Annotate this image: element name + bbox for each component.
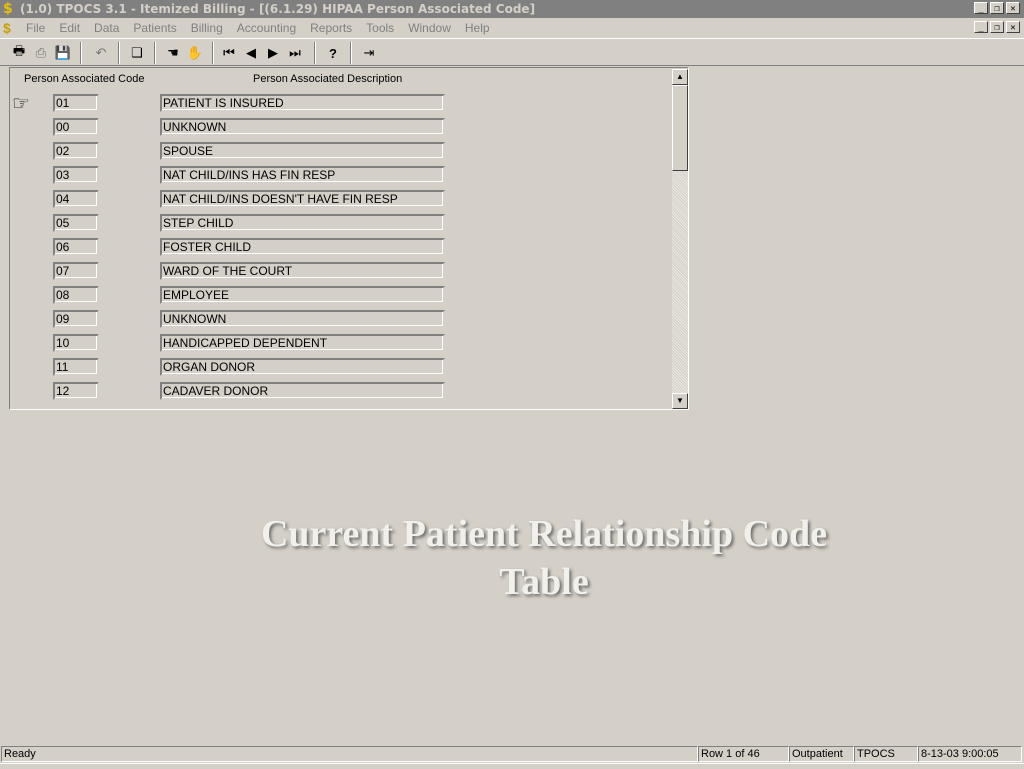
child-minimize-button[interactable]: _ (974, 21, 988, 33)
previous-record-icon[interactable]: ◀ (240, 43, 262, 63)
status-bar: Ready Row 1 of 46 Outpatient TPOCS 8-13-… (0, 745, 1024, 763)
menu-patients[interactable]: Patients (133, 21, 176, 35)
child-window-dollar-icon[interactable]: $ (3, 20, 17, 36)
restore-button[interactable]: ❐ (990, 2, 1004, 14)
description-cell[interactable]: FOSTER CHILD (160, 238, 445, 256)
exit-door-icon[interactable]: ⇥ (358, 43, 380, 63)
caption-line-1: Current Patient Relationship Code (260, 513, 828, 555)
menu-window[interactable]: Window (408, 21, 451, 35)
description-cell[interactable]: PATIENT IS INSURED (160, 94, 445, 112)
help-icon[interactable]: ? (322, 43, 344, 63)
menu-help[interactable]: Help (465, 21, 490, 35)
last-record-icon[interactable]: ⏭ (284, 43, 306, 63)
toolbar-separator (154, 42, 156, 64)
code-cell[interactable]: 00 (53, 118, 99, 136)
toolbar: 🖶 ⎙ 💾 ↶ ❏ ☚ ✋ ⏮ ◀ ▶ ⏭ ? ⇥ (0, 38, 1024, 66)
hand-stop-icon[interactable]: ✋ (184, 43, 206, 63)
code-cell[interactable]: 03 (53, 166, 99, 184)
toolbar-separator (212, 42, 214, 64)
menu-billing[interactable]: Billing (191, 21, 223, 35)
menu-reports[interactable]: Reports (310, 21, 352, 35)
description-cell[interactable]: STEP CHILD (160, 214, 445, 232)
description-cell[interactable]: ORGAN DONOR (160, 358, 445, 376)
menu-tools[interactable]: Tools (366, 21, 394, 35)
window-controls: _ ❐ ✕ (972, 2, 1020, 14)
person-associated-code-grid: Person Associated Code Person Associated… (9, 67, 689, 410)
toolbar-separator (350, 42, 352, 64)
vertical-scrollbar[interactable]: ▲ ▼ (672, 69, 688, 409)
child-window-controls: _ ❐ ✕ (972, 21, 1020, 33)
toolbar-separator (314, 42, 316, 64)
description-cell[interactable]: UNKNOWN (160, 310, 445, 328)
description-cell[interactable]: NAT CHILD/INS HAS FIN RESP (160, 166, 445, 184)
toolbar-separator (80, 42, 82, 64)
code-cell[interactable]: 07 (53, 262, 99, 280)
close-button[interactable]: ✕ (1006, 2, 1020, 14)
code-cell[interactable]: 01 (53, 94, 99, 112)
hand-select-icon[interactable]: ☚ (162, 43, 184, 63)
code-cell[interactable]: 10 (53, 334, 99, 352)
pointing-hand-icon: ☞ (12, 93, 30, 115)
description-cell[interactable]: HANDICAPPED DEPENDENT (160, 334, 445, 352)
undo-icon[interactable]: ↶ (90, 43, 112, 63)
status-row-count: Row 1 of 46 (698, 746, 789, 762)
code-cell[interactable]: 08 (53, 286, 99, 304)
column-header-description: Person Associated Description (253, 73, 403, 85)
minimize-button[interactable]: _ (974, 2, 988, 14)
code-cell[interactable]: 02 (53, 142, 99, 160)
status-mode: Outpatient (789, 746, 854, 762)
column-header-code: Person Associated Code (24, 73, 145, 85)
scrollbar-thumb[interactable] (672, 85, 688, 171)
code-cell[interactable]: 09 (53, 310, 99, 328)
description-cell[interactable]: SPOUSE (160, 142, 445, 160)
code-cell[interactable]: 04 (53, 190, 99, 208)
code-cell[interactable]: 11 (53, 358, 99, 376)
status-datetime: 8-13-03 9:00:05 (918, 746, 1022, 762)
code-cell[interactable]: 05 (53, 214, 99, 232)
menu-file[interactable]: File (26, 21, 45, 35)
print-preview-icon[interactable]: ⎙ (30, 43, 52, 63)
description-cell[interactable]: NAT CHILD/INS DOESN'T HAVE FIN RESP (160, 190, 445, 208)
menu-accounting[interactable]: Accounting (237, 21, 296, 35)
child-close-button[interactable]: ✕ (1006, 21, 1020, 33)
first-record-icon[interactable]: ⏮ (218, 43, 240, 63)
scroll-down-icon[interactable]: ▼ (672, 393, 688, 409)
slide-caption: Current Patient Relationship Code Table (224, 510, 864, 606)
description-cell[interactable]: EMPLOYEE (160, 286, 445, 304)
status-system: TPOCS (854, 746, 918, 762)
status-message: Ready (1, 746, 698, 762)
dollar-icon[interactable]: $ (3, 1, 17, 17)
child-restore-button[interactable]: ❐ (990, 21, 1004, 33)
save-icon[interactable]: 💾 (52, 43, 74, 63)
title-bar: $ (1.0) TPOCS 3.1 - Itemized Billing - [… (0, 0, 1024, 18)
printer-icon[interactable]: 🖶 (8, 43, 30, 63)
description-cell[interactable]: CADAVER DONOR (160, 382, 445, 400)
scroll-up-icon[interactable]: ▲ (672, 69, 688, 85)
menu-data[interactable]: Data (94, 21, 119, 35)
description-cell[interactable]: UNKNOWN (160, 118, 445, 136)
menu-bar: $ File Edit Data Patients Billing Accoun… (0, 18, 1024, 38)
toolbar-separator (118, 42, 120, 64)
code-cell[interactable]: 06 (53, 238, 99, 256)
window-title: (1.0) TPOCS 3.1 - Itemized Billing - [(6… (20, 2, 536, 16)
menu-edit[interactable]: Edit (59, 21, 80, 35)
code-cell[interactable]: 12 (53, 382, 99, 400)
copy-records-icon[interactable]: ❏ (126, 43, 148, 63)
caption-line-2: Table (499, 561, 589, 603)
bottom-border (0, 763, 1024, 769)
next-record-icon[interactable]: ▶ (262, 43, 284, 63)
description-cell[interactable]: WARD OF THE COURT (160, 262, 445, 280)
